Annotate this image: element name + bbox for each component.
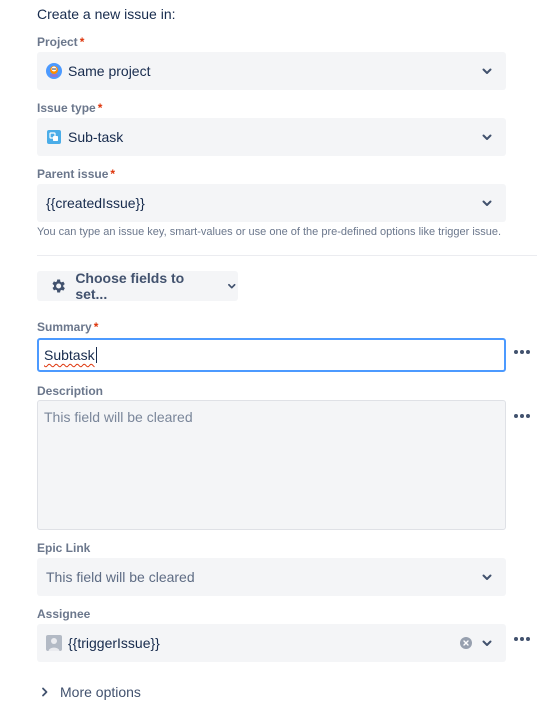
- section-divider: [37, 255, 537, 256]
- chevron-down-icon: [228, 283, 236, 289]
- required-marker: *: [79, 35, 85, 49]
- project-value: Same project: [68, 63, 151, 79]
- issue-type-label: Issue type *: [37, 101, 103, 115]
- parent-issue-label: Parent issue *: [37, 167, 116, 181]
- project-select[interactable]: Same project: [37, 52, 506, 90]
- parent-issue-helper-text: You can type an issue key, smart-values …: [37, 226, 502, 238]
- more-options-label: More options: [60, 684, 141, 700]
- chevron-right-icon: [42, 687, 48, 697]
- description-placeholder: This field will be cleared: [44, 409, 193, 425]
- required-marker: *: [93, 320, 99, 334]
- project-avatar-icon: [46, 63, 62, 79]
- assignee-select[interactable]: {{triggerIssue}}: [37, 624, 506, 662]
- description-textarea[interactable]: This field will be cleared: [37, 400, 506, 530]
- issue-type-select[interactable]: Sub-task: [37, 118, 506, 156]
- summary-input[interactable]: Subtask: [37, 338, 506, 372]
- epic-link-label: Epic Link: [37, 541, 91, 555]
- required-marker: *: [110, 167, 116, 181]
- parent-issue-select[interactable]: {{createdIssue}}: [37, 184, 506, 222]
- parent-issue-value: {{createdIssue}}: [46, 195, 145, 211]
- description-label: Description: [37, 384, 104, 398]
- subtask-icon: [47, 130, 61, 144]
- epic-link-placeholder: This field will be cleared: [46, 569, 195, 585]
- gear-icon: [52, 279, 65, 293]
- clear-icon[interactable]: [460, 637, 472, 649]
- chevron-down-icon[interactable]: [480, 570, 494, 584]
- text-caret: [95, 347, 97, 363]
- assignee-value: {{triggerIssue}}: [68, 635, 160, 651]
- epic-link-select[interactable]: This field will be cleared: [37, 558, 506, 596]
- summary-label: Summary *: [37, 320, 99, 334]
- form-heading: Create a new issue in:: [37, 6, 176, 22]
- project-label: Project *: [37, 35, 85, 49]
- assignee-label: Assignee: [37, 607, 91, 621]
- issue-type-value: Sub-task: [68, 129, 124, 145]
- create-issue-form: Create a new issue in: Project * Same pro…: [0, 0, 537, 720]
- required-marker: *: [97, 101, 103, 115]
- more-actions-icon[interactable]: [513, 349, 531, 355]
- chevron-down-icon[interactable]: [480, 130, 494, 144]
- choose-fields-button[interactable]: Choose fields to set...: [37, 270, 238, 302]
- chevron-down-icon[interactable]: [480, 636, 494, 650]
- more-actions-icon[interactable]: [513, 636, 531, 642]
- user-avatar-icon: [46, 635, 62, 651]
- more-actions-icon[interactable]: [513, 413, 531, 419]
- chevron-down-icon[interactable]: [480, 64, 494, 78]
- choose-fields-label: Choose fields to set...: [75, 270, 185, 302]
- summary-value: Subtask: [44, 347, 95, 363]
- more-options-toggle[interactable]: More options: [40, 684, 141, 700]
- chevron-down-icon[interactable]: [480, 196, 494, 210]
